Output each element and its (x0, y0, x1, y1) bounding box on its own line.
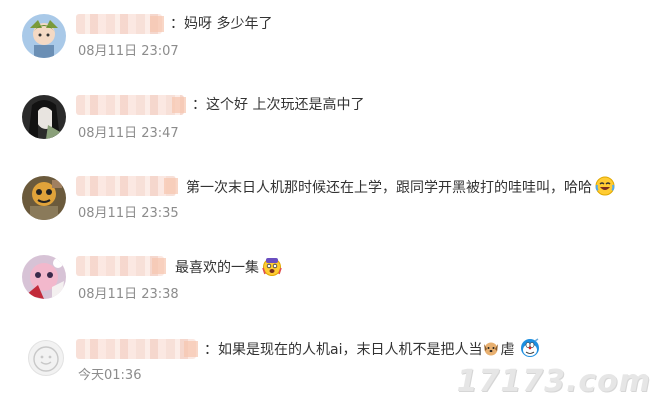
laugh-tears-emoji (595, 176, 615, 196)
comment-time: 今天01:36 (78, 368, 142, 383)
avatar[interactable] (22, 14, 66, 58)
comment-text-body: 最喜欢的一集 (175, 260, 259, 276)
comment-item: ：这个好 上次玩还是高中了 08月11日 23:47 (0, 82, 661, 162)
shocked-face-emoji (262, 256, 282, 276)
comment-time: 08月11日 23:47 (78, 126, 179, 141)
avatar[interactable] (22, 255, 66, 299)
comment-text: ：如果是现在的人机ai，末日人机不是把人当 虐 (204, 338, 540, 360)
comment-time: 08月11日 23:35 (78, 206, 179, 221)
comment-text: 第一次末日人机那时候还在上学，跟同学开黑被打的哇哇叫，哈哈 (186, 176, 615, 198)
comment-text: 最喜欢的一集 (175, 256, 282, 278)
comment-text-body: 第一次末日人机那时候还在上学，跟同学开黑被打的哇哇叫，哈哈 (186, 180, 592, 196)
comment-text: ：妈呀 多少年了 (170, 16, 273, 32)
username[interactable] (76, 176, 178, 196)
comment-time: 08月11日 23:07 (78, 44, 179, 59)
avatar[interactable] (22, 95, 66, 139)
comment-text: ：这个好 上次玩还是高中了 (192, 97, 365, 113)
username[interactable] (76, 256, 166, 276)
comment-time: 08月11日 23:38 (78, 287, 179, 302)
username[interactable] (76, 339, 198, 359)
dog-face-emoji (483, 340, 499, 356)
avatar[interactable] (28, 340, 64, 376)
comment-item: 第一次末日人机那时候还在上学，跟同学开黑被打的哇哇叫，哈哈 08月11日 23:… (0, 165, 661, 245)
site-watermark: 17173.com (456, 364, 651, 399)
comment-item: 最喜欢的一集 08月11日 23:38 (0, 245, 661, 325)
username[interactable] (76, 95, 186, 115)
comment-text-tail: 虐 (500, 342, 515, 358)
avatar[interactable] (22, 176, 66, 220)
comment-text-body: ：如果是现在的人机ai，末日人机不是把人当 (204, 342, 483, 358)
doraemon-emoji (520, 338, 540, 358)
username[interactable] (76, 14, 164, 34)
comment-item: ：妈呀 多少年了 08月11日 23:07 (0, 0, 661, 80)
